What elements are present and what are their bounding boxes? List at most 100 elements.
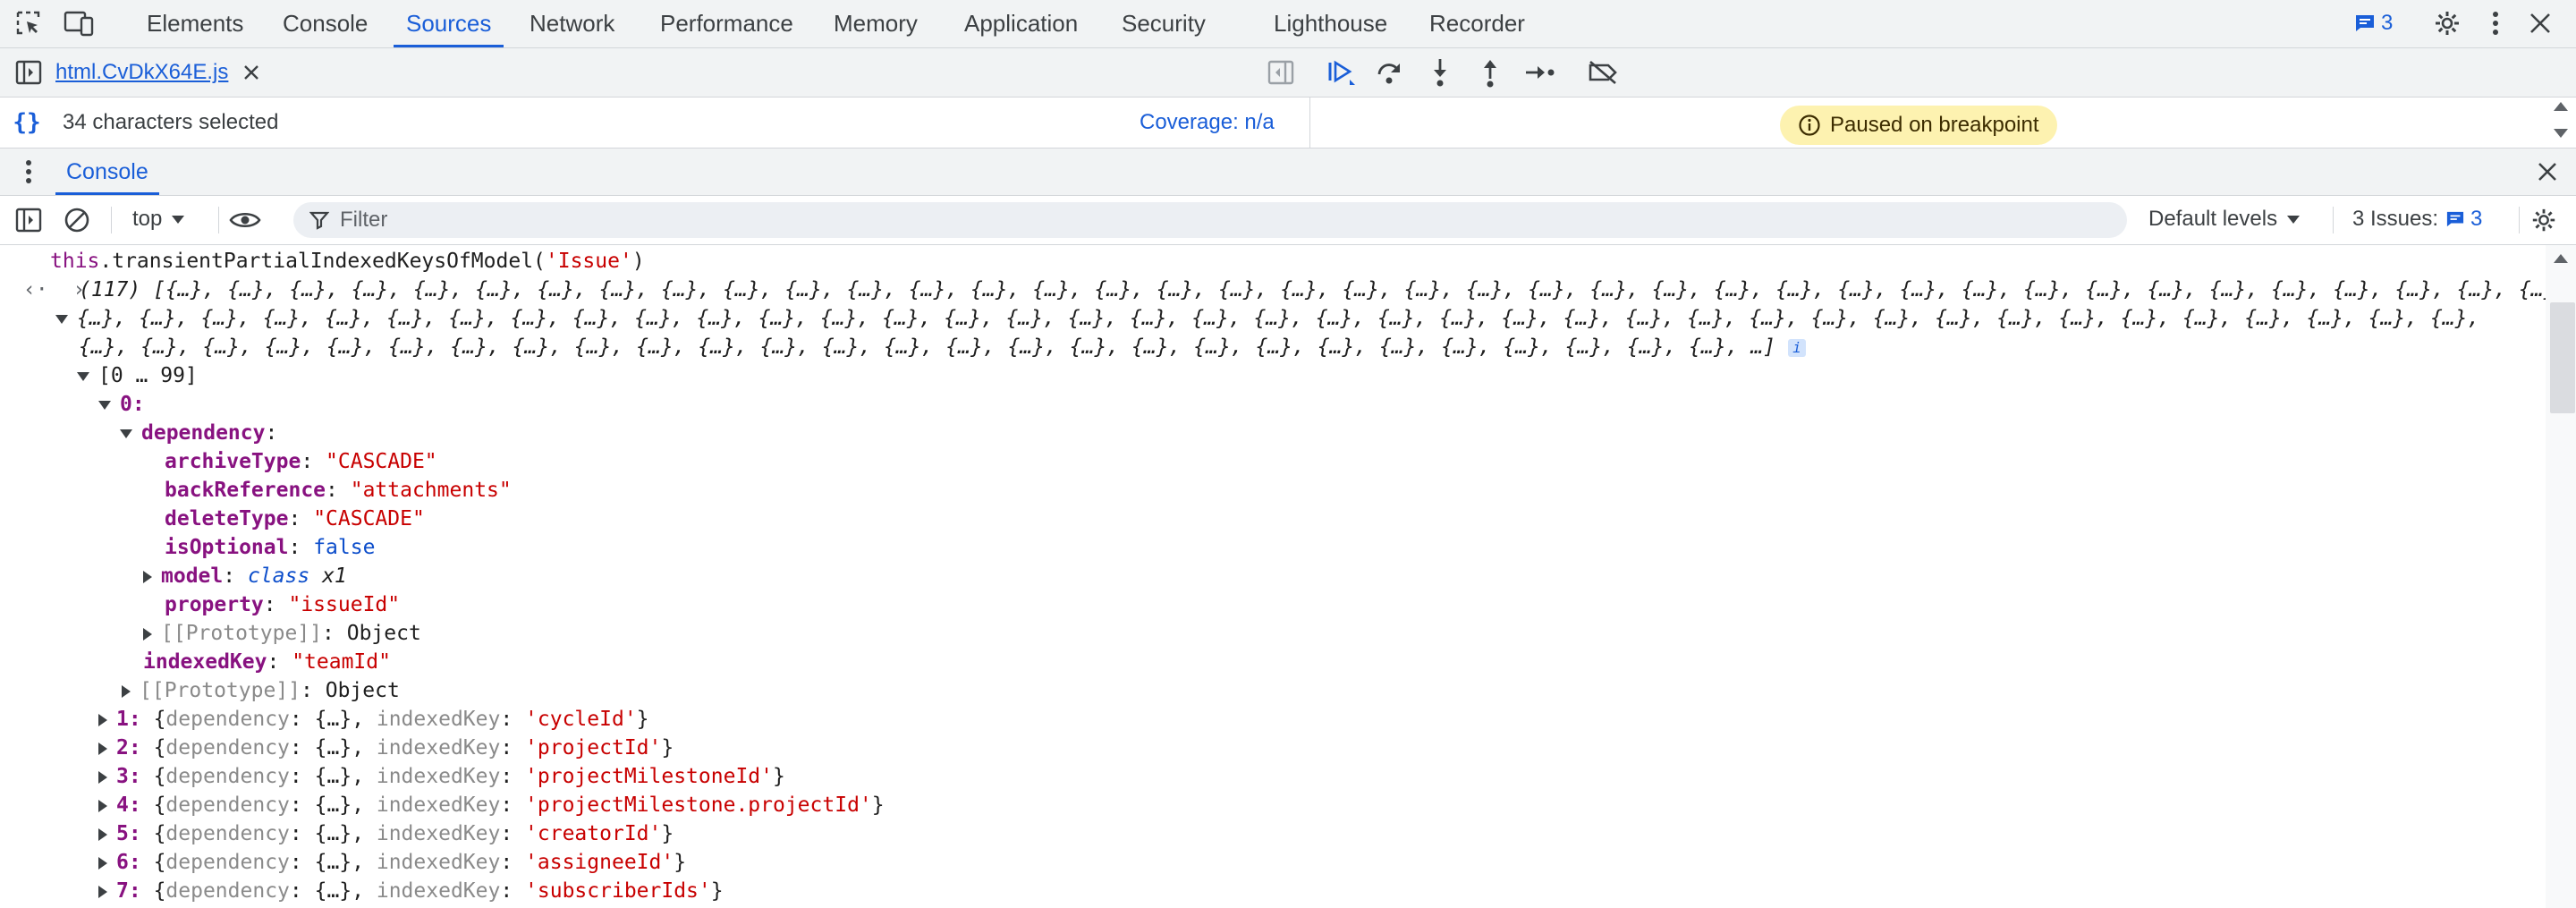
tree-prop[interactable]: indexedKey: "teamId": [143, 648, 391, 676]
status-scroll-up-icon[interactable]: [2554, 102, 2568, 111]
expand-toggle-icon[interactable]: [98, 400, 111, 410]
array-range[interactable]: [0 … 99]: [77, 361, 198, 390]
expand-toggle-icon[interactable]: [122, 684, 131, 698]
expand-toggle-icon[interactable]: [77, 371, 89, 381]
message-icon: [2446, 211, 2464, 227]
prop-value: "issueId": [288, 593, 401, 616]
tab-memory[interactable]: Memory: [830, 0, 921, 47]
close-drawer-icon[interactable]: [2531, 156, 2563, 188]
issues-counter[interactable]: 3: [2354, 11, 2393, 36]
tab-application[interactable]: Application: [961, 0, 1081, 47]
tab-console[interactable]: Console: [279, 0, 371, 47]
pretty-print-icon[interactable]: {}: [11, 106, 43, 139]
tab-security[interactable]: Security: [1118, 0, 1209, 47]
info-icon[interactable]: i: [1787, 338, 1806, 357]
array-preview-line[interactable]: {…}, {…}, {…}, {…}, {…}, {…}, {…}, {…}, …: [79, 333, 1806, 361]
tab-performance[interactable]: Performance: [657, 0, 797, 47]
expand-toggle-icon[interactable]: [98, 827, 107, 841]
tree-prop[interactable]: archiveType: "CASCADE": [165, 447, 437, 476]
toggle-navigator-icon[interactable]: [13, 56, 45, 89]
status-scroll-down-icon[interactable]: [2554, 129, 2568, 138]
expand-toggle-icon[interactable]: [98, 770, 107, 784]
array-length: (117): [79, 278, 141, 301]
console-command-text[interactable]: this.transientPartialIndexedKeysOfModel(…: [50, 247, 645, 276]
pane-divider[interactable]: [1309, 98, 1310, 148]
toolbar-separator: [111, 207, 112, 233]
tree-item[interactable]: 1: {dependency: {…}, indexedKey: 'cycleI…: [98, 705, 649, 734]
tree-prop[interactable]: property: "issueId": [165, 590, 400, 619]
tree-item[interactable]: 6: {dependency: {…}, indexedKey: 'assign…: [98, 848, 686, 877]
tab-network[interactable]: Network: [526, 0, 618, 47]
tree-item-0[interactable]: 0:: [98, 390, 145, 419]
tree-item[interactable]: 7: {dependency: {…}, indexedKey: 'subscr…: [98, 877, 724, 905]
console-output[interactable]: › this.transientPartialIndexedKeysOfMode…: [0, 245, 2546, 908]
expand-toggle-icon[interactable]: [98, 885, 107, 898]
log-levels-dropdown[interactable]: Default levels: [2148, 207, 2301, 232]
more-options-icon[interactable]: [2479, 7, 2512, 39]
expand-toggle-icon[interactable]: [55, 314, 68, 324]
array-preview-line[interactable]: (117) [{…}, {…}, {…}, {…}, {…}, {…}, {…}…: [79, 276, 2546, 304]
expand-toggle-icon[interactable]: [98, 742, 107, 755]
console-settings-gear-icon[interactable]: [2528, 204, 2560, 236]
step-out-icon[interactable]: [1474, 56, 1506, 89]
tree-prop[interactable]: isOptional: false: [165, 533, 375, 562]
scroll-up-icon[interactable]: [2554, 254, 2568, 263]
paused-label: Paused on breakpoint: [1830, 113, 2039, 137]
deactivate-breakpoints-icon[interactable]: [1587, 56, 1619, 89]
file-tab-active[interactable]: html.CvDkX64E.js: [55, 48, 260, 97]
step-icon[interactable]: [1524, 56, 1556, 89]
expand-toggle-icon[interactable]: [143, 627, 152, 641]
resume-execution-icon[interactable]: [1326, 56, 1358, 89]
close-file-icon[interactable]: [242, 64, 260, 81]
tree-item[interactable]: 5: {dependency: {…}, indexedKey: 'creato…: [98, 819, 674, 848]
console-issues-counter[interactable]: 3 Issues: 3: [2352, 207, 2482, 232]
item-index: 3: [116, 765, 129, 788]
device-toolbar-icon[interactable]: [63, 7, 95, 39]
expand-toggle-icon[interactable]: [98, 799, 107, 812]
tree-prototype[interactable]: [[Prototype]]: Object: [122, 676, 400, 705]
inspect-element-icon[interactable]: [13, 7, 45, 39]
tab-recorder[interactable]: Recorder: [1426, 0, 1529, 47]
context-selector[interactable]: top: [132, 207, 185, 232]
levels-label: Default levels: [2148, 207, 2278, 231]
prop-value: 'creatorId': [525, 822, 662, 845]
tree-model[interactable]: model: class x1: [143, 562, 347, 590]
array-preview-line[interactable]: {…}, {…}, {…}, {…}, {…}, {…}, {…}, {…}, …: [55, 304, 2479, 333]
drawer-tab-console[interactable]: Console: [55, 149, 159, 195]
tab-lighthouse[interactable]: Lighthouse: [1270, 0, 1391, 47]
tree-item[interactable]: 3: {dependency: {…}, indexedKey: 'projec…: [98, 762, 785, 791]
expand-toggle-icon[interactable]: [98, 856, 107, 870]
step-over-icon[interactable]: [1374, 56, 1406, 89]
clear-console-icon[interactable]: [61, 204, 93, 236]
tree-item[interactable]: 2: {dependency: {…}, indexedKey: 'projec…: [98, 734, 674, 762]
tree-dependency[interactable]: dependency:: [120, 419, 277, 447]
toolbar-separator: [2519, 207, 2520, 233]
expand-toggle-icon[interactable]: [120, 429, 132, 438]
file-tab-label: html.CvDkX64E.js: [55, 60, 229, 84]
step-into-icon[interactable]: [1424, 56, 1456, 89]
drawer-menu-icon[interactable]: [13, 156, 45, 188]
toggle-debugger-sidebar-icon[interactable]: [1265, 56, 1297, 89]
tree-prototype[interactable]: [[Prototype]]: Object: [143, 619, 421, 648]
tab-sources[interactable]: Sources: [393, 0, 504, 47]
console-filter[interactable]: [293, 202, 2127, 238]
sources-status-bar: {} 34 characters selected Coverage: n/a: [0, 98, 2576, 149]
prop-value: false: [313, 536, 376, 559]
prop-key: indexedKey: [376, 822, 501, 845]
prop-key: indexedKey: [376, 736, 501, 759]
expand-toggle-icon[interactable]: [143, 570, 152, 583]
live-expression-eye-icon[interactable]: [229, 204, 261, 236]
scrollbar-thumb[interactable]: [2550, 302, 2575, 413]
filter-input[interactable]: [338, 207, 1952, 233]
tree-item[interactable]: 4: {dependency: {…}, indexedKey: 'projec…: [98, 791, 885, 819]
expand-toggle-icon[interactable]: [98, 713, 107, 726]
tree-prop[interactable]: deleteType: "CASCADE": [165, 505, 425, 533]
settings-gear-icon[interactable]: [2431, 7, 2463, 39]
tree-prop[interactable]: backReference: "attachments": [165, 476, 512, 505]
close-devtools-icon[interactable]: [2524, 7, 2556, 39]
console-sidebar-toggle-icon[interactable]: [13, 204, 45, 236]
item-index: 2: [116, 736, 129, 759]
tab-elements[interactable]: Elements: [143, 0, 247, 47]
coverage-link[interactable]: Coverage: n/a: [1140, 110, 1275, 135]
prop-value: {…}: [314, 736, 352, 759]
